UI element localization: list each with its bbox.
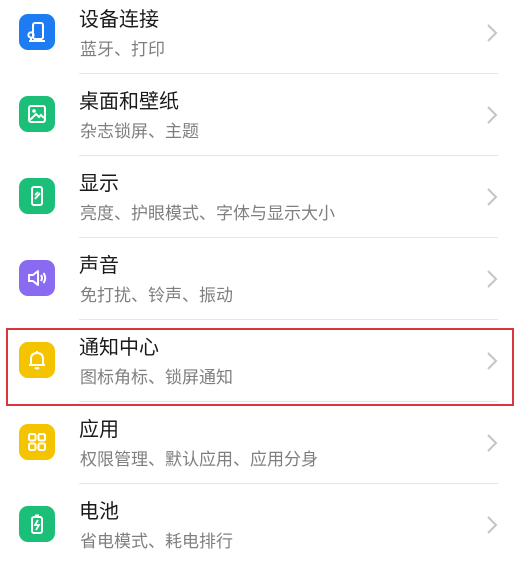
settings-item-wallpaper[interactable]: 桌面和壁纸 杂志锁屏、主题 [0,74,520,156]
chevron-right-icon [486,351,498,371]
item-title: 声音 [79,253,119,277]
chevron-right-icon [486,187,498,207]
apps-grid-icon [19,424,55,460]
chevron-right-icon [486,433,498,453]
settings-item-display[interactable]: 显示 亮度、护眼模式、字体与显示大小 [0,156,520,238]
item-subtitle: 权限管理、默认应用、应用分身 [80,450,318,470]
settings-item-sound[interactable]: 声音 免打扰、铃声、振动 [0,238,520,320]
item-subtitle: 蓝牙、打印 [80,40,165,60]
item-subtitle: 亮度、护眼模式、字体与显示大小 [80,204,335,224]
item-title: 显示 [79,171,119,195]
item-title: 桌面和壁纸 [79,89,179,113]
chevron-right-icon [486,23,498,43]
settings-item-notification-center[interactable]: 通知中心 图标角标、锁屏通知 [0,320,520,402]
device-connect-icon [19,14,55,50]
chevron-right-icon [486,269,498,289]
wallpaper-icon [19,96,55,132]
item-title: 设备连接 [79,7,159,31]
sound-icon [19,260,55,296]
item-subtitle: 省电模式、耗电排行 [80,532,233,552]
display-icon [19,178,55,214]
chevron-right-icon [486,515,498,535]
settings-item-apps[interactable]: 应用 权限管理、默认应用、应用分身 [0,402,520,484]
settings-item-device-connection[interactable]: 设备连接 蓝牙、打印 [0,0,520,74]
settings-list: 设备连接 蓝牙、打印 桌面和壁纸 杂志锁屏、主题 显示 亮度、护眼模式、字体与显… [0,0,520,566]
item-title: 电池 [79,499,119,523]
item-title: 通知中心 [79,335,159,359]
chevron-right-icon [486,105,498,125]
item-title: 应用 [79,417,119,441]
item-subtitle: 图标角标、锁屏通知 [80,368,233,388]
item-subtitle: 杂志锁屏、主题 [80,122,199,142]
bell-icon [19,342,55,378]
item-subtitle: 免打扰、铃声、振动 [80,286,233,306]
battery-icon [19,506,55,542]
